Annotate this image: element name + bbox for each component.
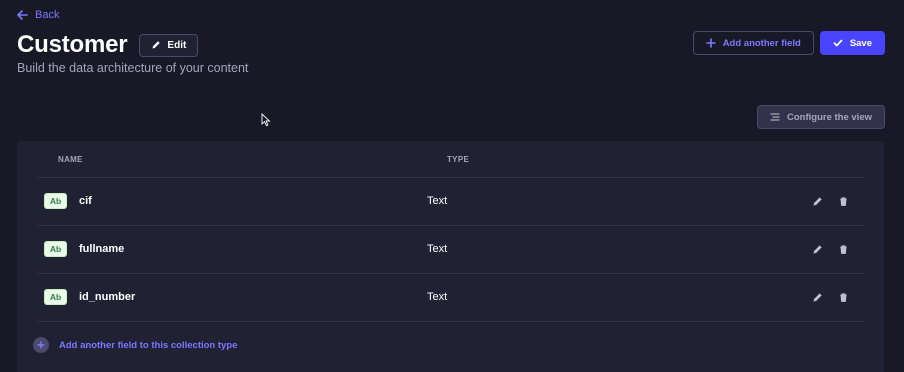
title-row: Customer Edit (17, 31, 199, 59)
pencil-icon (152, 41, 161, 49)
plus-icon (705, 38, 716, 48)
page-subtitle: Build the data architecture of your cont… (17, 61, 249, 75)
pencil-icon (813, 292, 822, 301)
field-type: Text (427, 291, 448, 303)
delete-field-button[interactable] (836, 194, 850, 208)
edit-label: Edit (167, 39, 187, 51)
list-settings-icon (770, 113, 780, 121)
add-another-field-label: Add another field (722, 37, 801, 49)
pencil-icon (813, 244, 822, 253)
field-type: Text (427, 243, 448, 255)
field-name: fullname (79, 243, 125, 255)
configure-view-button[interactable]: Configure the view (757, 105, 885, 129)
delete-field-button[interactable] (836, 242, 850, 256)
text-type-badge: Ab (44, 193, 67, 209)
edit-field-button[interactable] (810, 194, 824, 208)
edit-field-button[interactable] (810, 242, 824, 256)
plus-circle-icon (33, 337, 49, 353)
back-link[interactable]: Back (16, 9, 59, 21)
text-type-badge: Ab (44, 289, 67, 305)
edit-field-button[interactable] (810, 290, 824, 304)
mouse-pointer-icon (261, 113, 271, 127)
add-field-to-collection-label: Add another field to this collection typ… (59, 339, 238, 351)
trash-icon (839, 244, 847, 254)
field-name: id_number (79, 291, 136, 303)
column-header-name: NAME (58, 155, 83, 164)
arrow-left-icon (17, 10, 28, 20)
column-header-type: TYPE (447, 155, 470, 164)
table-row[interactable]: Ab id_number Text (37, 274, 865, 322)
delete-field-button[interactable] (836, 290, 850, 304)
header-actions: Add another field Save (692, 31, 885, 55)
edit-button[interactable]: Edit (139, 33, 199, 57)
field-name: cif (79, 195, 92, 207)
table-row[interactable]: Ab cif Text (37, 178, 865, 226)
add-another-field-button[interactable]: Add another field (692, 31, 814, 55)
text-type-badge: Ab (44, 241, 67, 257)
table-row[interactable]: Ab fullname Text (37, 226, 865, 274)
pencil-icon (813, 196, 822, 205)
save-label: Save (849, 37, 872, 49)
configure-view-label: Configure the view (787, 111, 872, 123)
table-header: NAME TYPE (37, 141, 865, 178)
trash-icon (839, 196, 847, 206)
fields-table: NAME TYPE Ab cif Text Ab fullname Text A… (17, 141, 884, 372)
field-type: Text (427, 195, 448, 207)
page-title: Customer (17, 31, 128, 58)
back-label: Back (35, 9, 60, 21)
save-button[interactable]: Save (819, 31, 885, 55)
add-field-to-collection-link[interactable]: Add another field to this collection typ… (33, 337, 237, 353)
trash-icon (839, 292, 847, 302)
check-icon (833, 39, 843, 47)
